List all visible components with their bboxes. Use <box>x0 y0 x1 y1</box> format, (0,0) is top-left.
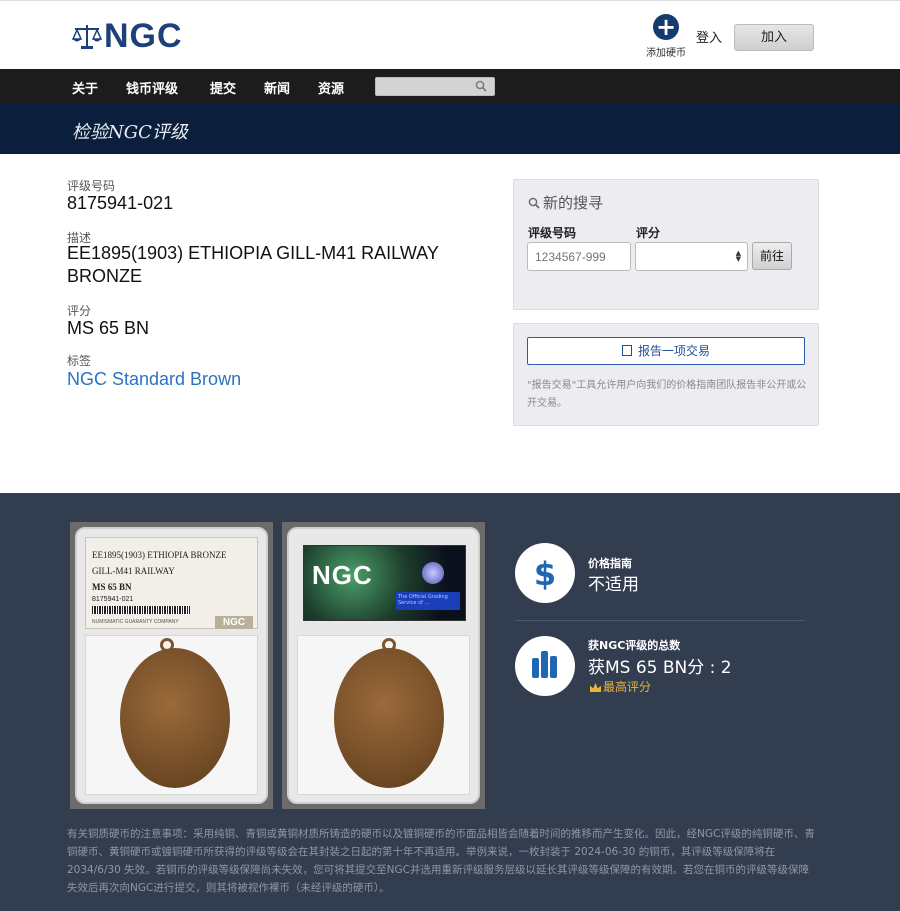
label-type-link[interactable]: NGC Standard Brown <box>67 368 241 391</box>
coin-window-back <box>297 635 470 795</box>
select-arrows-icon: ▲ ▼ <box>735 249 741 263</box>
coin-images-section: EE1895(1903) ETHIOPIA BRONZE GILL-M41 RA… <box>0 493 900 911</box>
hologram-strip: The Official Grading Service of ... <box>396 592 460 610</box>
slab-holder: EE1895(1903) ETHIOPIA BRONZE GILL-M41 RA… <box>75 527 268 804</box>
grade-field-label: 评分 <box>636 226 661 240</box>
copper-coin-notice: 有关铜质硬币的注意事项：采用纯铜、青铜或黄铜材质所铸造的硬币以及镀铜硬币的币面品… <box>67 828 815 894</box>
price-guide-value: 不适用 <box>588 575 639 595</box>
top-grade-badge: 最高评分 <box>590 678 651 695</box>
slab-holder-back: NGC The Official Grading Service of ... <box>287 527 480 804</box>
nav-item-resources[interactable]: 资源 <box>318 78 344 97</box>
nav-item-coin-grading[interactable]: 钱币评级 <box>126 78 178 97</box>
label-type-label: 标签 <box>67 354 92 368</box>
report-description: "报告交易"工具允许用户向我们的价格指南团队报告非公开或公开交易。 <box>527 380 807 409</box>
ngc-logo[interactable]: NGC <box>72 19 183 53</box>
grade-select[interactable]: ▲ ▼ <box>635 242 748 271</box>
reverse-image[interactable]: NGC The Official Grading Service of ... <box>282 522 485 809</box>
census-title: 获NGC评级的总数 <box>588 639 681 652</box>
slab-label: EE1895(1903) ETHIOPIA BRONZE GILL-M41 RA… <box>85 537 258 629</box>
census-value[interactable]: 获MS 65 BN分 : 2 <box>588 653 732 678</box>
cert-number-field-label: 评级号码 <box>528 226 577 240</box>
search-icon[interactable] <box>475 80 487 92</box>
description-line-2: BRONZE <box>67 266 143 286</box>
coin-reverse <box>334 648 444 788</box>
bar-chart-icon <box>532 651 557 678</box>
slab-label-line-2: GILL-M41 RAILWAY <box>92 566 175 576</box>
login-link[interactable]: 登入 <box>696 27 722 46</box>
new-search-title: 新的搜寻 <box>543 194 604 212</box>
census-badge[interactable] <box>515 636 575 696</box>
stats-divider <box>515 620 805 621</box>
cert-number-value: 8175941-021 <box>67 193 174 213</box>
go-button[interactable]: 前往 <box>752 242 792 270</box>
logo-wordmark: NGC <box>104 17 183 55</box>
add-coin-label: 添加硬币 <box>646 48 686 59</box>
slab-label-logo: NGC <box>215 616 253 629</box>
hologram: NGC The Official Grading Service of ... <box>303 545 466 621</box>
cert-number-input[interactable] <box>527 242 631 271</box>
add-coin-button[interactable]: + 添加硬币 <box>646 14 686 59</box>
slab-label-line-1: EE1895(1903) ETHIOPIA BRONZE <box>92 550 227 560</box>
coin-window <box>85 635 258 795</box>
report-transaction-panel: 报告一项交易 "报告交易"工具允许用户向我们的价格指南团队报告非公开或公开交易。 <box>513 323 819 426</box>
crown-icon <box>590 683 601 692</box>
barcode <box>92 606 190 614</box>
site-header: NGC + 添加硬币 登入 加入 <box>0 0 900 69</box>
slab-label-cert: 8175941-021 <box>92 596 134 603</box>
page-title: 检验NGC评级 <box>72 122 188 143</box>
nav-search-input[interactable] <box>375 77 495 96</box>
hologram-logo: NGC <box>312 560 373 590</box>
top-grade-label: 最高评分 <box>603 680 652 694</box>
dollar-icon: $ <box>534 555 556 593</box>
report-transaction-label: 报告一项交易 <box>637 344 710 358</box>
price-guide-badge: $ <box>515 543 575 603</box>
grade-value: MS 65 BN <box>67 318 150 338</box>
join-button[interactable]: 加入 <box>734 24 814 51</box>
slab-label-footer: NUMISMATIC GUARANTY COMPANY <box>92 619 179 625</box>
report-transaction-button[interactable]: 报告一项交易 <box>527 337 805 365</box>
new-search-panel: 新的搜寻 评级号码 评分 ▲▼ 前往 <box>513 179 819 310</box>
slab-label-grade: MS 65 BN <box>92 582 132 592</box>
main-nav: 关于 钱币评级 提交 新闻 资源 <box>0 69 900 104</box>
new-search-heading: 新的搜寻 <box>528 192 603 213</box>
nav-item-about[interactable]: 关于 <box>72 78 98 97</box>
obverse-image[interactable]: EE1895(1903) ETHIOPIA BRONZE GILL-M41 RA… <box>70 522 273 809</box>
plus-circle-icon: + <box>653 14 679 40</box>
hologram-seal <box>422 562 444 584</box>
description-line-1: EE1895(1903) ETHIOPIA GILL-M41 RAILWAY <box>67 243 439 263</box>
nav-item-news[interactable]: 新闻 <box>264 78 290 97</box>
price-guide-title: 价格指南 <box>588 557 632 570</box>
report-icon <box>621 345 632 356</box>
search-icon <box>528 197 540 209</box>
coin-obverse <box>120 648 230 788</box>
scales-icon <box>72 25 102 49</box>
svg-text:$: $ <box>534 555 556 593</box>
nav-item-submit[interactable]: 提交 <box>210 78 236 97</box>
page-banner: 检验NGC评级 <box>0 104 900 154</box>
